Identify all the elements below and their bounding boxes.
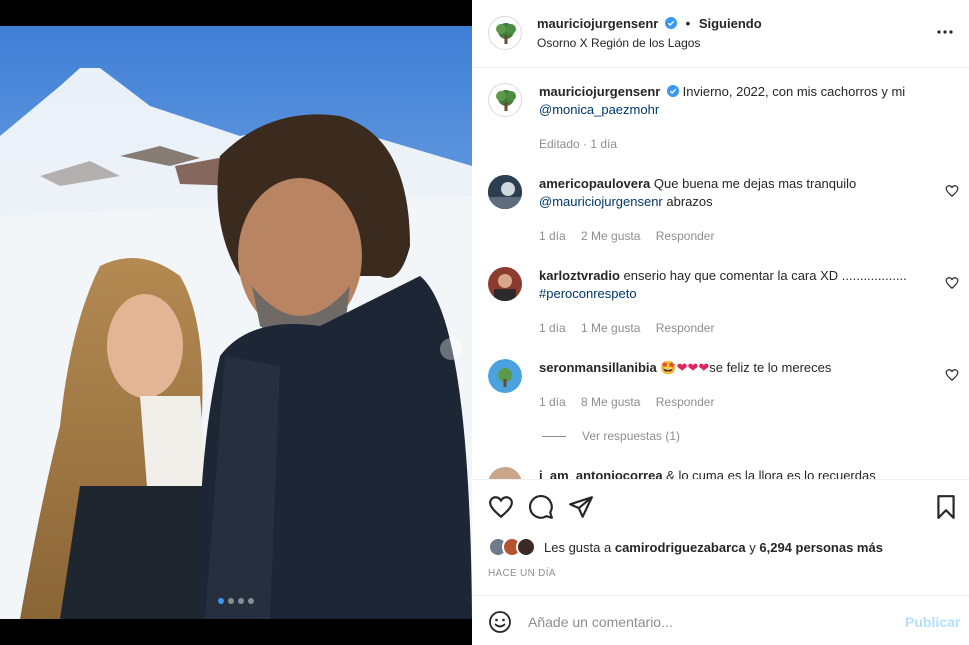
caption-text: mauriciojurgensenr Invierno, 2022, con m… — [539, 83, 909, 119]
post-location[interactable]: Osorno X Región de los Lagos — [537, 36, 700, 50]
like-comment-heart-icon[interactable] — [945, 276, 959, 290]
add-comment-bar: Publicar — [472, 595, 969, 645]
photo-image — [0, 26, 472, 619]
verified-icon — [667, 85, 679, 97]
like-comment-heart-icon[interactable] — [945, 368, 959, 382]
comment-meta: 1 día 2 Me gusta Responder — [539, 229, 726, 243]
avatar-image — [488, 267, 522, 301]
liker-avatar[interactable] — [516, 537, 536, 557]
comment-username[interactable]: i_am_antoniocorrea — [539, 468, 663, 479]
emoji-icon[interactable] — [488, 610, 512, 634]
carousel-next-button[interactable] — [440, 338, 462, 360]
commenter-avatar[interactable] — [488, 359, 522, 393]
caption-body: Invierno, 2022, con mis cachorros y mi — [682, 84, 906, 99]
caption-meta: Editado · 1 día — [539, 137, 618, 151]
save-bookmark-icon[interactable] — [933, 494, 959, 520]
tree-icon — [496, 23, 516, 44]
comment-body: enserio hay que comentar la cara XD ....… — [623, 268, 907, 283]
comment-time[interactable]: 1 día — [539, 395, 566, 409]
comments-list: mauriciojurgensenr Invierno, 2022, con m… — [472, 69, 969, 479]
comment-username[interactable]: seronmansillanibia — [539, 360, 657, 375]
comment-meta: 1 día 8 Me gusta Responder — [539, 395, 726, 409]
comment-text: karloztvradio enserio hay que comentar l… — [539, 267, 909, 303]
post-sidebar: mauriciojurgensenr • Siguiendo Osorno X … — [472, 0, 969, 645]
caption-username[interactable]: mauriciojurgensenr — [539, 84, 660, 99]
like-heart-icon[interactable] — [488, 494, 514, 520]
separator-dot: • — [685, 16, 691, 31]
post-header: mauriciojurgensenr • Siguiendo Osorno X … — [472, 0, 969, 68]
carousel-dot — [218, 598, 224, 604]
like-comment-heart-icon[interactable] — [945, 184, 959, 198]
likes-summary: Les gusta a camirodriguezabarca y 6,294 … — [488, 537, 883, 557]
comment-mention[interactable]: @mauriciojurgensenr — [539, 194, 663, 209]
comment-emojis: 🤩❤❤❤ — [660, 360, 710, 375]
likes-text: Les gusta a camirodriguezabarca y 6,294 … — [544, 540, 883, 555]
caption-mention[interactable]: @monica_paezmohr — [539, 102, 659, 117]
comment-body-end: abrazos — [666, 194, 713, 209]
comment-likes[interactable]: 8 Me gusta — [581, 395, 640, 409]
comment-time[interactable]: 1 día — [539, 321, 566, 335]
liker-username[interactable]: camirodriguezabarca — [615, 540, 746, 555]
share-send-icon[interactable] — [568, 494, 594, 520]
comment-meta: 1 día 1 Me gusta Responder — [539, 321, 726, 335]
comment-body: se feliz te lo mereces — [709, 360, 832, 375]
comment-text: americopaulovera Que buena me dejas mas … — [539, 175, 909, 211]
reply-button[interactable]: Responder — [656, 229, 715, 243]
author-avatar[interactable] — [488, 83, 522, 117]
carousel-dot — [238, 598, 244, 604]
likes-conjunction: y — [749, 539, 756, 555]
publish-button[interactable]: Publicar — [905, 614, 960, 630]
comment-text: seronmansillanibia 🤩❤❤❤se feliz te lo me… — [539, 359, 909, 377]
commenter-avatar[interactable] — [488, 175, 522, 209]
comment-bubble-icon[interactable] — [528, 494, 554, 520]
reply-button[interactable]: Responder — [656, 321, 715, 335]
carousel-dot — [248, 598, 254, 604]
avatar-image — [488, 359, 522, 393]
replies-divider — [542, 436, 566, 438]
post-photo[interactable] — [0, 26, 472, 619]
reply-button[interactable]: Responder — [656, 395, 715, 409]
commenter-avatar[interactable] — [488, 267, 522, 301]
post-media — [0, 0, 472, 645]
author-avatar[interactable] — [488, 16, 522, 50]
comment-username[interactable]: americopaulovera — [539, 176, 650, 191]
comment-text: i_am_antoniocorrea & lo cuma es la llora… — [539, 467, 909, 479]
comment-likes[interactable]: 1 Me gusta — [581, 321, 640, 335]
likes-prefix: Les gusta a — [544, 539, 612, 555]
verified-icon — [665, 17, 677, 29]
view-replies-label: Ver respuestas (1) — [582, 429, 681, 443]
comment-input[interactable] — [528, 608, 888, 636]
view-replies-button[interactable]: Ver respuestas (1) — [542, 429, 680, 443]
carousel-indicator — [0, 598, 472, 604]
comment-time[interactable]: 1 día — [539, 229, 566, 243]
post-timestamp[interactable]: HACE UN DÍA — [488, 568, 556, 579]
comment-username[interactable]: karloztvradio — [539, 268, 620, 283]
commenter-avatar[interactable] — [488, 467, 522, 479]
likes-count[interactable]: 6,294 personas más — [759, 540, 883, 555]
comment-likes[interactable]: 2 Me gusta — [581, 229, 640, 243]
follow-status-button[interactable]: Siguiendo — [699, 16, 762, 31]
tree-icon — [496, 90, 516, 111]
comment-body: & lo cuma es la llora es lo recuerdas — [666, 468, 876, 479]
carousel-dot — [228, 598, 234, 604]
author-username[interactable]: mauriciojurgensenr — [537, 16, 658, 31]
comment-body: Que buena me dejas mas tranquilo — [653, 176, 857, 191]
comment-hashtag[interactable]: #peroconrespeto — [539, 286, 637, 301]
post-actions: Les gusta a camirodriguezabarca y 6,294 … — [472, 479, 969, 595]
more-options-icon[interactable] — [935, 22, 955, 42]
avatar-image — [488, 175, 522, 209]
